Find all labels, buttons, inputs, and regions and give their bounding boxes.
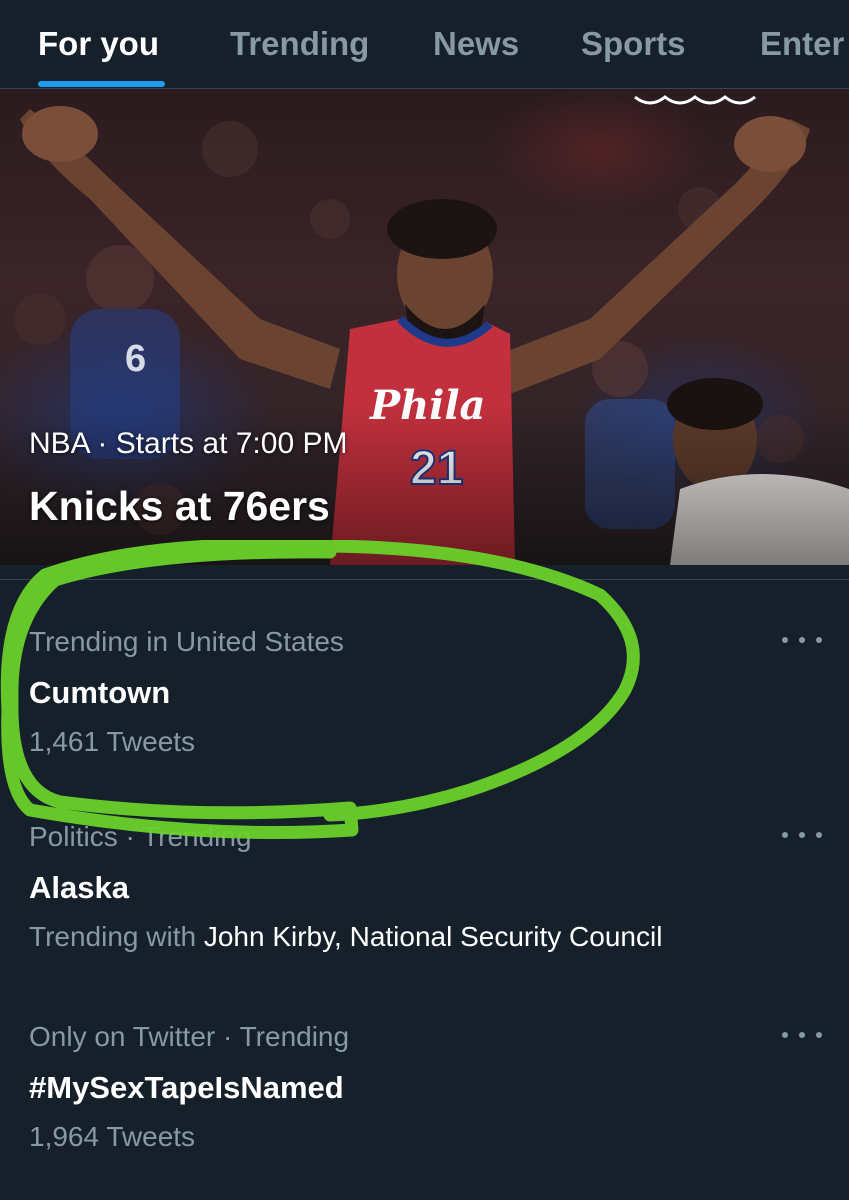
tab-entertainment[interactable]: Enter: [760, 0, 844, 88]
trend-related: Trending with John Kirby, National Secur…: [29, 921, 662, 953]
trend-name: #MySexTapeIsNamed: [29, 1070, 344, 1105]
trend-name: Cumtown: [29, 675, 171, 710]
trend-tweet-count: 1,964 Tweets: [29, 1121, 196, 1152]
section-divider: [0, 565, 849, 580]
explore-tab-bar: For you Trending News Sports Enter: [0, 0, 849, 89]
event-title[interactable]: Knicks at 76ers: [29, 483, 330, 530]
trend-context: Trending in United States: [29, 626, 344, 657]
trend-context: Politics · Trending: [29, 821, 252, 852]
tab-sports[interactable]: Sports: [581, 0, 686, 88]
more-horizontal-icon[interactable]: [782, 825, 822, 845]
trend-tweet-count: 1,461 Tweets: [29, 726, 196, 757]
more-horizontal-icon[interactable]: [782, 1025, 822, 1045]
trend-related-prefix: Trending with: [29, 921, 204, 952]
explore-page: For you Trending News Sports Enter 6 NBA…: [0, 0, 849, 1200]
event-hero-card[interactable]: 6 Phila 21 NBA · Starts at 7:00 PM K: [0, 89, 849, 565]
trend-item[interactable]: Politics · Trending Alaska Trending with…: [0, 775, 849, 965]
tab-for-you[interactable]: For you: [38, 0, 159, 88]
trend-item[interactable]: Only on Twitter · Trending #MySexTapeIsN…: [0, 975, 849, 1165]
active-tab-indicator: [38, 81, 165, 87]
trend-context: Only on Twitter · Trending: [29, 1021, 350, 1052]
trend-item[interactable]: Trending in United States Cumtown 1,461 …: [0, 580, 849, 770]
event-subtitle: NBA · Starts at 7:00 PM: [29, 427, 348, 460]
tab-trending[interactable]: Trending: [230, 0, 369, 88]
more-horizontal-icon[interactable]: [782, 630, 822, 650]
crowd-jersey-number: 6: [125, 338, 146, 380]
trend-name: Alaska: [29, 870, 129, 905]
tab-news[interactable]: News: [433, 0, 519, 88]
trend-related-names: John Kirby, National Security Council: [203, 921, 663, 952]
